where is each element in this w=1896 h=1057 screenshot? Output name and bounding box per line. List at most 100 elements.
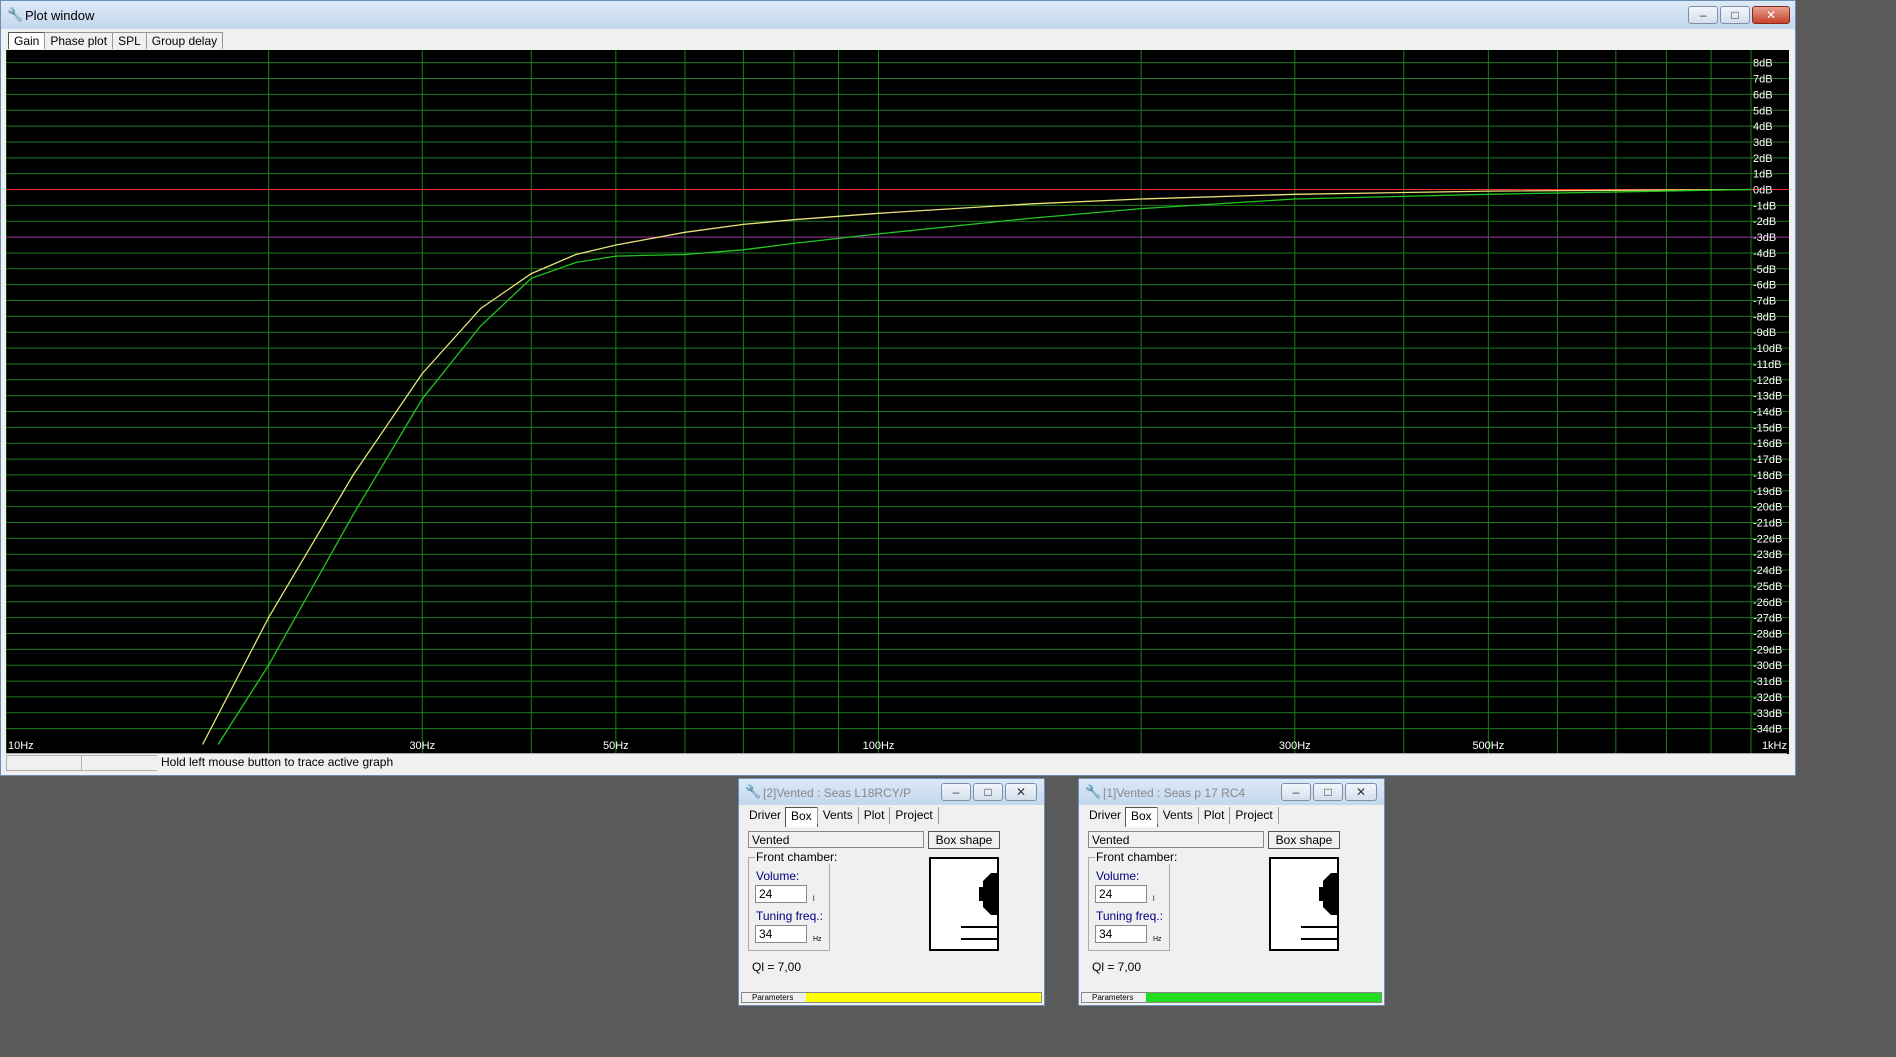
parameters-label[interactable]: Parameters [1092, 993, 1133, 1002]
y-tick-label: 2dB [1753, 153, 1773, 165]
box-type-field[interactable]: Vented [1088, 831, 1264, 848]
tab-project[interactable]: Project [889, 807, 939, 824]
y-tick-label: -34dB [1753, 724, 1782, 736]
driver-window-2: 🔧 [2]Vented : Seas L18RCY/P – □ ✕ Driver… [738, 778, 1045, 1006]
driver-window-2-title: [2]Vented : Seas L18RCY/P [763, 786, 912, 800]
plot-window: 🔧 Plot window – □ ✕ Gain Phase plot SPL … [0, 0, 1796, 776]
tuning-input[interactable]: 34 [1095, 925, 1147, 943]
tab-plot[interactable]: Plot [1197, 807, 1231, 824]
y-tick-label: -17dB [1753, 454, 1782, 466]
volume-label: Volume: [756, 869, 800, 883]
tuning-unit: Hz [1153, 936, 1162, 943]
y-tick-label: 0dB [1753, 185, 1773, 197]
driver-window-1-titlebar[interactable]: 🔧 [1]Vented : Seas p 17 RC4 – □ ✕ [1079, 779, 1384, 805]
ql-value: Ql = 7,00 [1092, 960, 1142, 974]
tuning-input[interactable]: 34 [755, 925, 807, 943]
gain-plot-svg[interactable]: 8dB 7dB 6dB 5dB 4dB 3dB 2dB 1dB 0dB -1dB -2dB -3dB -… [6, 50, 1789, 754]
y-tick-label: 7dB [1753, 74, 1773, 86]
x-tick-label: 30Hz [409, 740, 435, 752]
x-tick-label: 300Hz [1279, 740, 1311, 752]
minimize-icon[interactable]: – [1281, 783, 1311, 801]
minimize-icon[interactable]: – [1688, 6, 1718, 24]
tab-driver[interactable]: Driver [744, 807, 786, 824]
volume-input[interactable]: 24 [1095, 885, 1147, 903]
driver-color-swatch [1146, 993, 1381, 1002]
y-tick-label: -23dB [1753, 549, 1782, 561]
y-tick-label: -22dB [1753, 533, 1782, 545]
y-tick-label: -1dB [1753, 200, 1776, 212]
minimize-icon[interactable]: – [941, 783, 971, 801]
plot-window-titlebar[interactable]: 🔧 Plot window – □ ✕ [1, 1, 1795, 29]
y-tick-label: -14dB [1753, 407, 1782, 419]
tab-gain[interactable]: Gain [8, 32, 46, 49]
y-tick-label: 8dB [1753, 58, 1773, 70]
y-tick-label: -16dB [1753, 438, 1782, 450]
driver-tabs: Driver Box Vents Plot Project [744, 807, 939, 827]
y-tick-label: -21dB [1753, 518, 1782, 530]
y-tick-label: -2dB [1753, 216, 1776, 228]
tuning-label: Tuning freq.: [756, 909, 823, 923]
close-icon[interactable]: ✕ [1005, 783, 1037, 801]
parameters-bar: Parameters [741, 992, 1042, 1003]
driver-tabs: Driver Box Vents Plot Project [1084, 807, 1279, 827]
tab-vents[interactable]: Vents [1156, 807, 1199, 824]
tab-vents[interactable]: Vents [816, 807, 859, 824]
x-tick-label: 10Hz [8, 740, 34, 752]
gain-plot[interactable]: 8dB 7dB 6dB 5dB 4dB 3dB 2dB 1dB 0dB -1dB -2dB -3dB -… [6, 50, 1789, 754]
series-line-2 [217, 188, 1752, 745]
plot-window-title: Plot window [25, 8, 95, 23]
y-tick-label: -9dB [1753, 327, 1776, 339]
tab-spl[interactable]: SPL [112, 32, 147, 49]
status-bar: Hold left mouse button to trace active g… [6, 753, 1787, 773]
status-cell-1 [6, 755, 82, 771]
volume-unit: l [1153, 896, 1155, 903]
driver-window-1: 🔧 [1]Vented : Seas p 17 RC4 – □ ✕ Driver… [1078, 778, 1385, 1006]
tab-box[interactable]: Box [1125, 807, 1158, 827]
front-chamber-label: Front chamber: [1095, 850, 1179, 864]
y-tick-label: -13dB [1753, 391, 1782, 403]
maximize-icon[interactable]: □ [973, 783, 1003, 801]
maximize-icon[interactable]: □ [1720, 6, 1750, 24]
app-icon: 🔧 [1085, 784, 1102, 799]
y-tick-label: 4dB [1753, 121, 1773, 133]
box-shape-button[interactable]: Box shape [1268, 831, 1340, 849]
tab-driver[interactable]: Driver [1084, 807, 1126, 824]
close-icon[interactable]: ✕ [1345, 783, 1377, 801]
tab-group-delay[interactable]: Group delay [145, 32, 224, 49]
box-diagram-svg [961, 873, 997, 940]
y-tick-label: -8dB [1753, 311, 1776, 323]
app-icon: 🔧 [745, 784, 762, 799]
driver-window-2-titlebar[interactable]: 🔧 [2]Vented : Seas L18RCY/P – □ ✕ [739, 779, 1044, 805]
y-tick-label: -20dB [1753, 502, 1782, 514]
box-type-field[interactable]: Vented [748, 831, 924, 848]
box-shape-button[interactable]: Box shape [928, 831, 1000, 849]
volume-input[interactable]: 24 [755, 885, 807, 903]
x-tick-label: 50Hz [603, 740, 629, 752]
front-chamber-label: Front chamber: [755, 850, 839, 864]
maximize-icon[interactable]: □ [1313, 783, 1343, 801]
x-tick-label: 500Hz [1472, 740, 1504, 752]
ql-value: Ql = 7,00 [752, 960, 802, 974]
front-chamber-group: Front chamber: Volume: 24 l Tuning freq.… [1088, 850, 1179, 951]
y-tick-label: 3dB [1753, 137, 1773, 149]
front-chamber-group: Front chamber: Volume: 24 l Tuning freq.… [748, 850, 839, 951]
plot-tabs: Gain Phase plot SPL Group delay [8, 32, 224, 49]
y-tick-label: -7dB [1753, 296, 1776, 308]
y-tick-label: -24dB [1753, 565, 1782, 577]
y-tick-label: -3dB [1753, 232, 1776, 244]
tuning-unit: Hz [813, 936, 822, 943]
parameters-label[interactable]: Parameters [752, 993, 793, 1002]
parameters-bar: Parameters [1081, 992, 1382, 1003]
tab-box[interactable]: Box [785, 807, 818, 827]
driver-window-1-title: [1]Vented : Seas p 17 RC4 [1103, 786, 1246, 800]
volume-label: Volume: [1096, 869, 1140, 883]
tab-phase-plot[interactable]: Phase plot [44, 32, 114, 49]
y-tick-label: -5dB [1753, 264, 1776, 276]
status-hint: Hold left mouse button to trace active g… [157, 755, 1783, 771]
box-diagram-icon [929, 857, 999, 951]
status-cell-2 [81, 755, 158, 771]
tab-project[interactable]: Project [1229, 807, 1279, 824]
close-icon[interactable]: ✕ [1752, 6, 1790, 24]
y-tick-label: -31dB [1753, 676, 1782, 688]
tab-plot[interactable]: Plot [857, 807, 891, 824]
